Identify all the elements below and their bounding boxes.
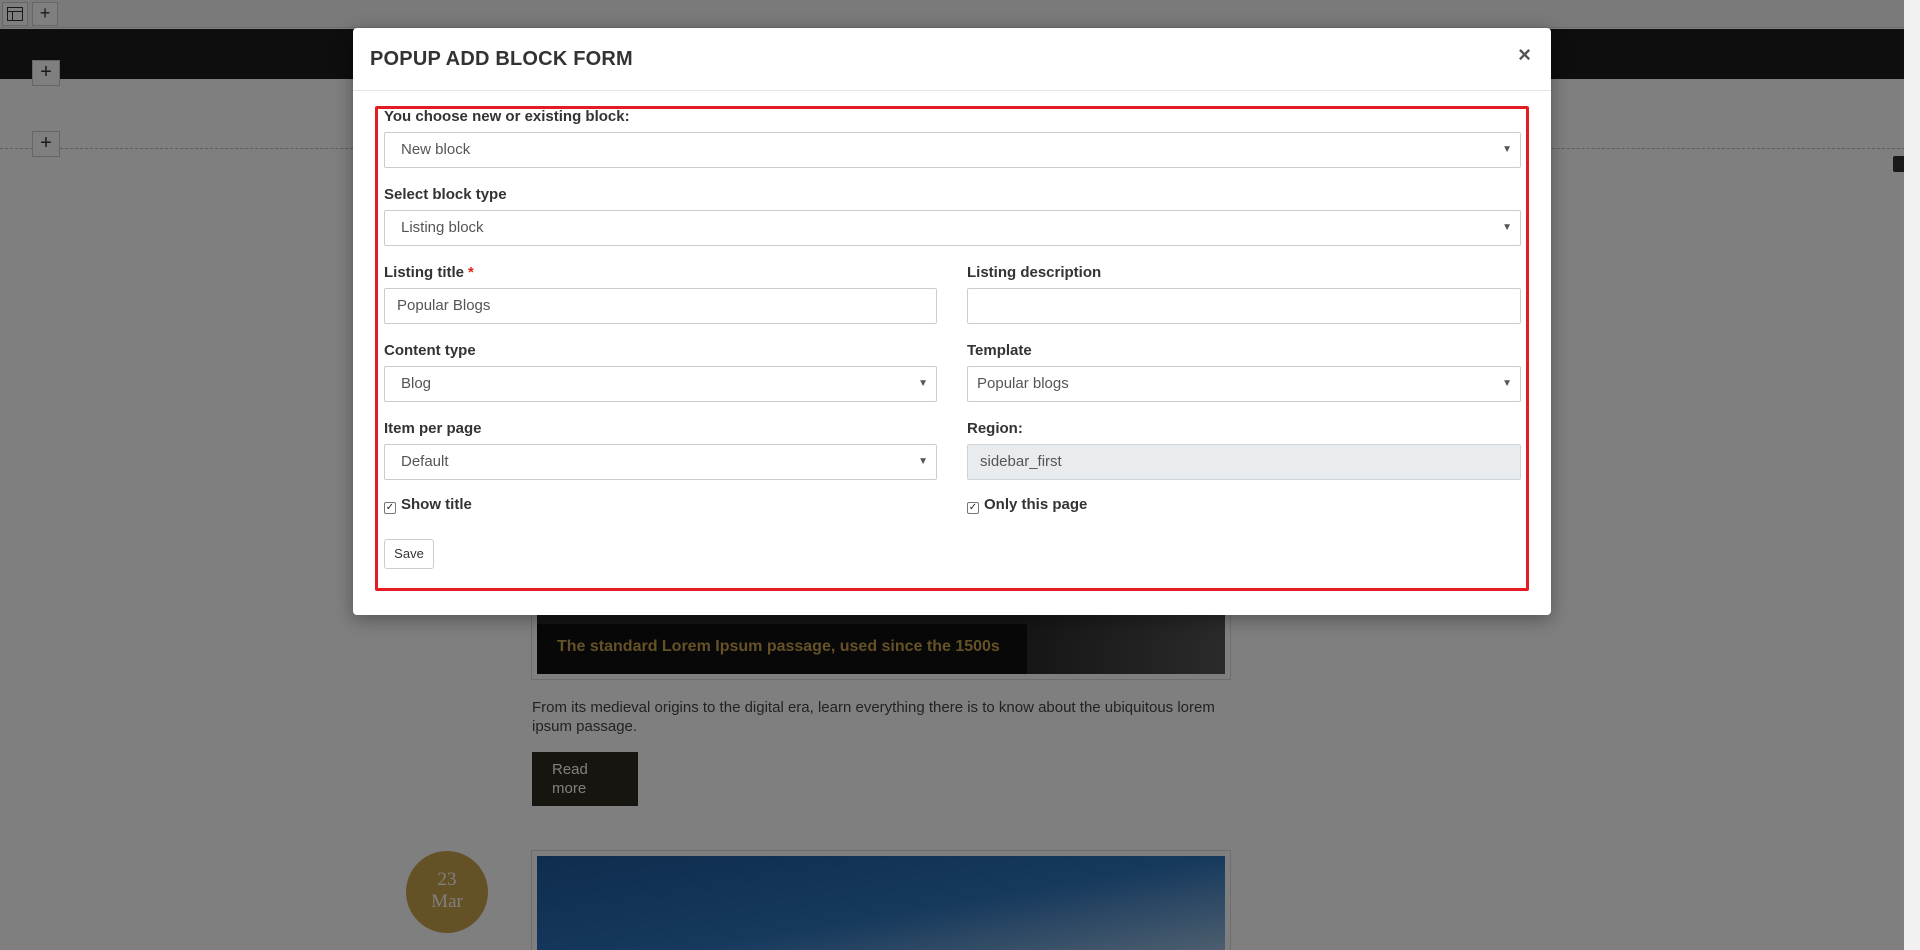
template-value: Popular blogs bbox=[977, 375, 1069, 392]
add-block-modal: POPUP ADD BLOCK FORM × You choose new or… bbox=[353, 28, 1551, 615]
only-this-page-checkbox[interactable]: ✓ bbox=[967, 502, 979, 514]
close-icon[interactable]: × bbox=[1518, 44, 1531, 66]
items-per-page-label: Item per page bbox=[384, 420, 482, 437]
items-per-page-value: Default bbox=[401, 453, 449, 470]
listing-description-field: Listing description bbox=[967, 263, 1521, 324]
chevron-down-icon: ▼ bbox=[1502, 222, 1512, 233]
listing-title-label: Listing title * bbox=[384, 263, 937, 283]
save-button[interactable]: Save bbox=[384, 539, 434, 569]
template-select[interactable]: Popular blogs ▼ bbox=[967, 366, 1521, 402]
show-title-checkbox[interactable]: ✓ bbox=[384, 502, 396, 514]
listing-title-label-text: Listing title bbox=[384, 264, 464, 281]
block-type-label: Select block type bbox=[384, 186, 507, 203]
listing-title-input[interactable]: Popular Blogs bbox=[384, 288, 937, 324]
show-title-checkbox-row[interactable]: ✓ Show title bbox=[384, 495, 472, 515]
only-this-page-checkbox-row[interactable]: ✓ Only this page bbox=[967, 495, 1087, 515]
modal-header: POPUP ADD BLOCK FORM × bbox=[353, 28, 1551, 91]
choose-block-field: You choose new or existing block: New bl… bbox=[384, 107, 1521, 168]
block-type-field: Select block type Listing block ▼ bbox=[384, 185, 1521, 246]
modal-title: POPUP ADD BLOCK FORM bbox=[370, 48, 633, 70]
scrollbar[interactable] bbox=[1904, 0, 1920, 950]
block-type-select[interactable]: Listing block ▼ bbox=[384, 210, 1521, 246]
listing-description-input[interactable] bbox=[967, 288, 1521, 324]
template-field: Template Popular blogs ▼ bbox=[967, 341, 1521, 402]
show-title-label: Show title bbox=[401, 496, 472, 513]
template-label: Template bbox=[967, 342, 1032, 359]
required-mark: * bbox=[468, 264, 474, 281]
region-value: sidebar_first bbox=[980, 453, 1062, 470]
choose-block-value: New block bbox=[401, 141, 471, 158]
items-per-page-field: Item per page Default ▼ bbox=[384, 419, 937, 480]
chevron-down-icon: ▼ bbox=[1502, 144, 1512, 155]
items-per-page-select[interactable]: Default ▼ bbox=[384, 444, 937, 480]
only-this-page-label: Only this page bbox=[984, 496, 1088, 513]
chevron-down-icon: ▼ bbox=[918, 456, 928, 467]
region-label: Region: bbox=[967, 420, 1023, 437]
listing-description-label: Listing description bbox=[967, 264, 1102, 281]
region-field: Region: sidebar_first bbox=[967, 419, 1521, 480]
listing-title-field: Listing title * Popular Blogs bbox=[384, 263, 937, 324]
block-type-value: Listing block bbox=[401, 219, 484, 236]
chevron-down-icon: ▼ bbox=[1502, 378, 1512, 389]
listing-title-value: Popular Blogs bbox=[397, 297, 491, 314]
content-type-field: Content type Blog ▼ bbox=[384, 341, 937, 402]
choose-block-select[interactable]: New block ▼ bbox=[384, 132, 1521, 168]
content-type-value: Blog bbox=[401, 375, 432, 392]
chevron-down-icon: ▼ bbox=[918, 378, 928, 389]
region-input: sidebar_first bbox=[967, 444, 1521, 480]
choose-block-label: You choose new or existing block: bbox=[384, 108, 630, 125]
content-type-label: Content type bbox=[384, 342, 476, 359]
content-type-select[interactable]: Blog ▼ bbox=[384, 366, 937, 402]
page-stage: + + + The standard Lorem Ipsum passage, … bbox=[0, 0, 1920, 950]
